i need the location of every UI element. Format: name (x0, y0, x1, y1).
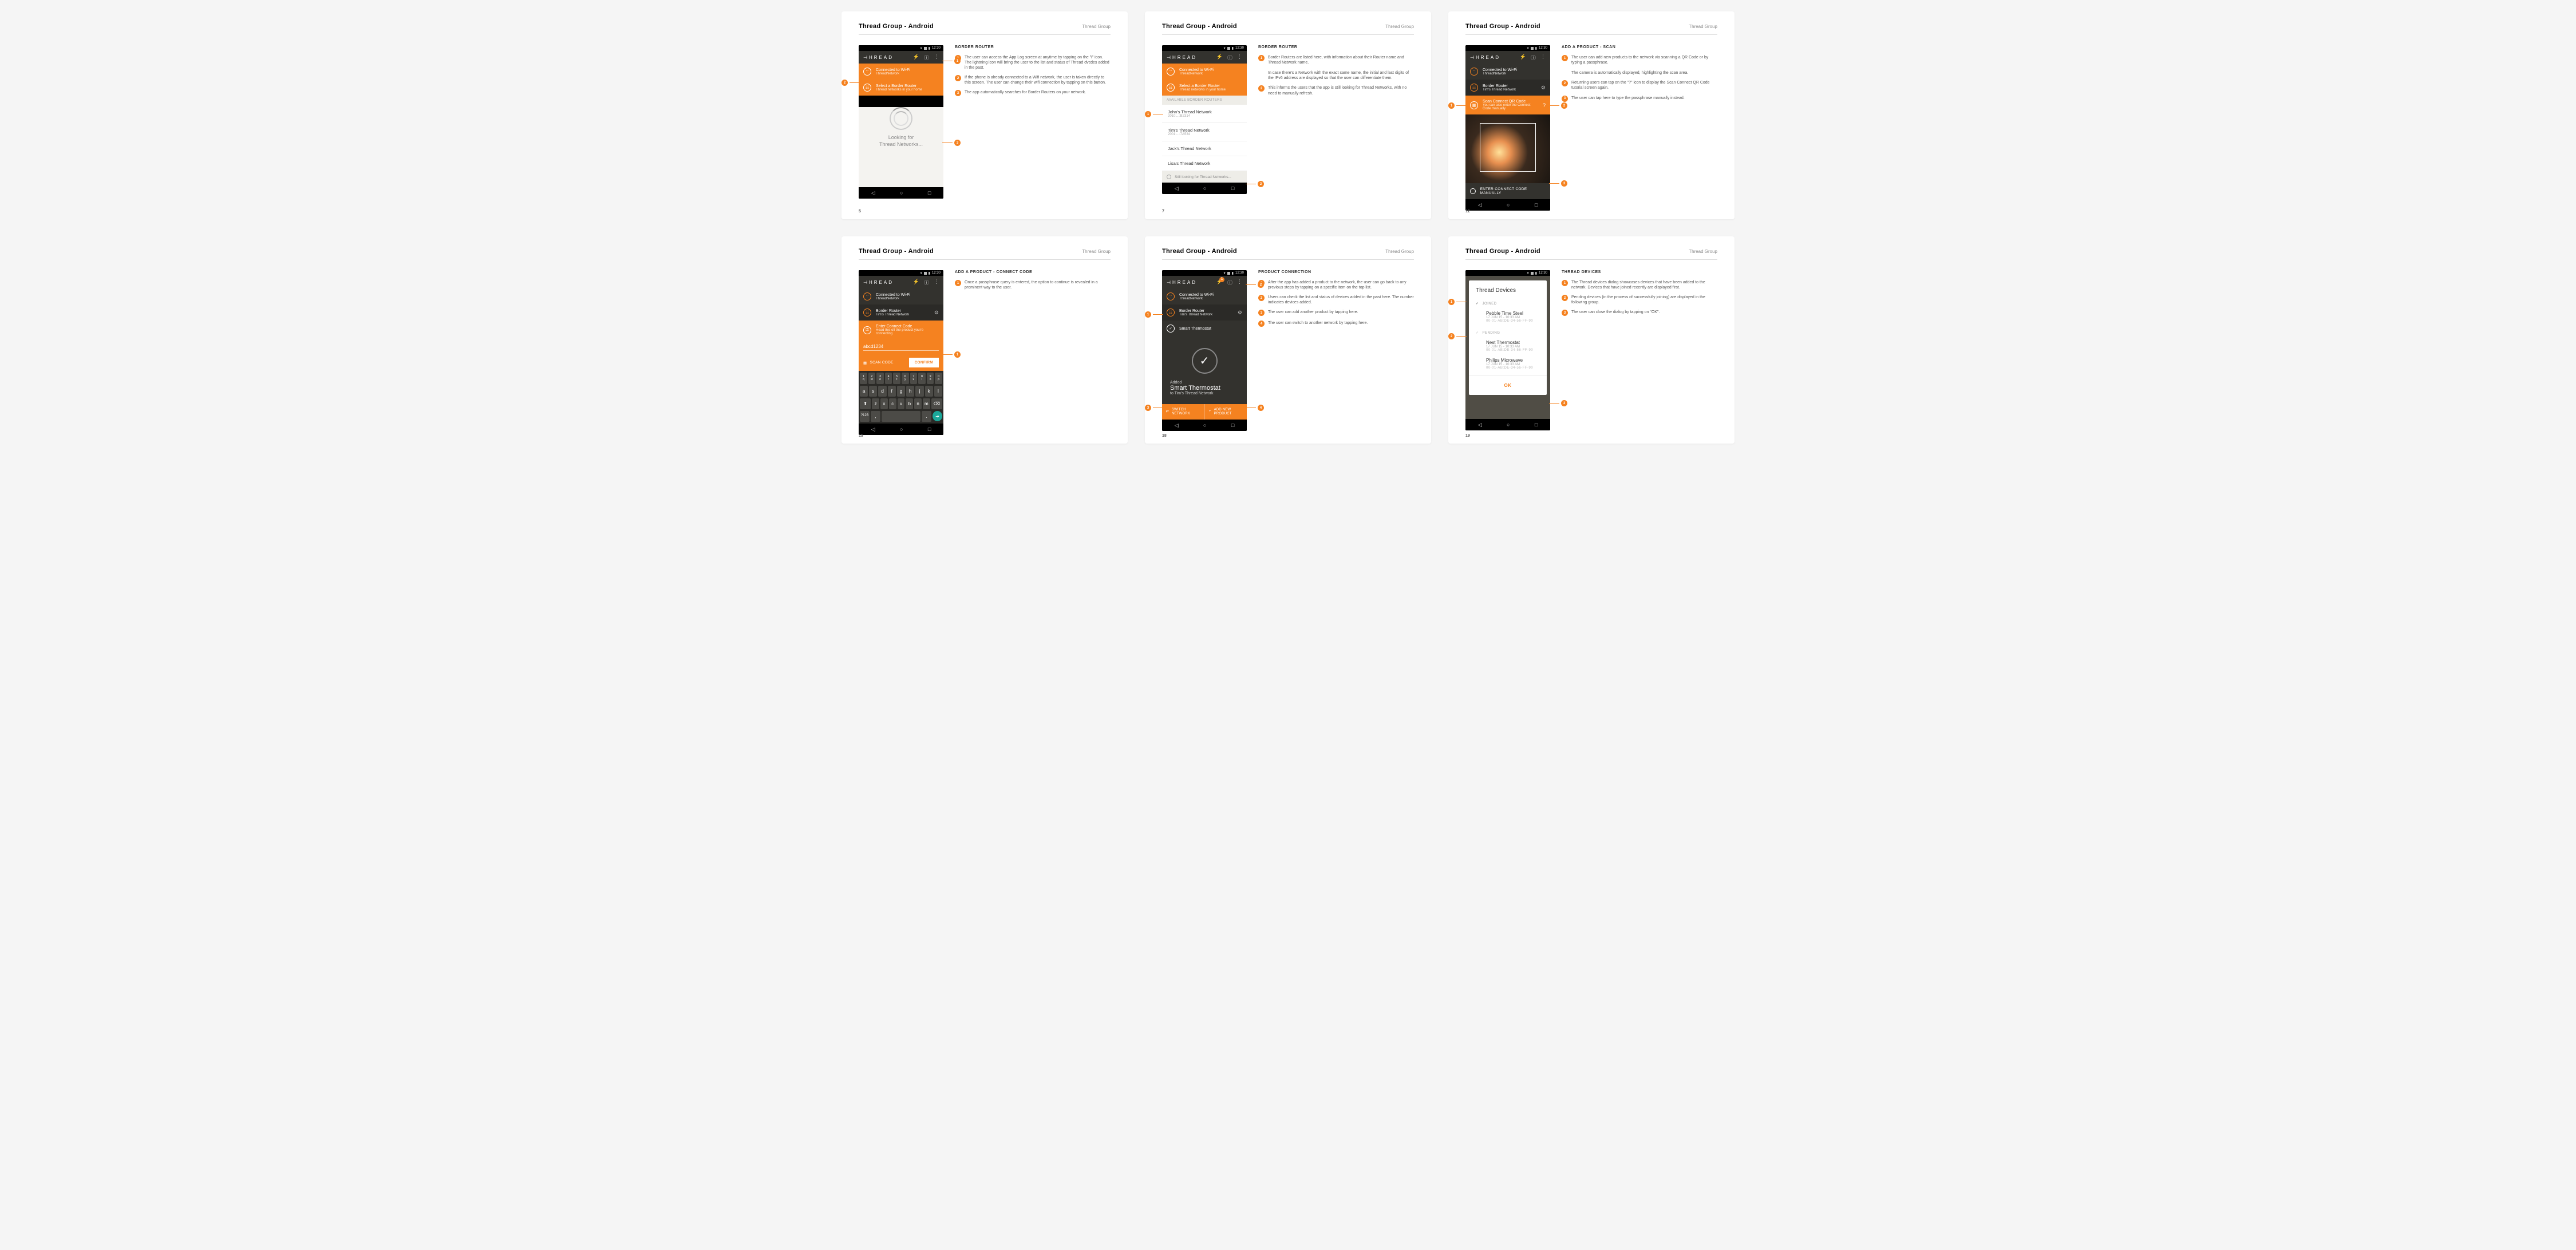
device-row[interactable]: ✓Smart Thermostat (1162, 321, 1247, 337)
enter-manually-button[interactable]: ENTER CONNECT CODE MANUALLY (1465, 183, 1550, 199)
qr-icon: ▦ (1470, 101, 1478, 109)
lightning-icon[interactable]: ⚡ (1520, 54, 1526, 61)
phone-mock: ▾▮12:30 ⊣HREAD⚡ⓘ⋮ ⌔Connected to Wi-FiThr… (859, 270, 943, 435)
badge-count: 1 (1219, 277, 1224, 282)
dialog-overlay: Thread Devices ✓JOINED Pebble Time Steel… (1465, 276, 1550, 419)
select-router-row[interactable]: ☷Select a Border RouterThread networks i… (1162, 80, 1247, 96)
camera-preview (1465, 114, 1550, 183)
switch-network-button[interactable]: ⇄SWITCH NETWORK (1162, 404, 1204, 420)
plus-icon: + (1209, 410, 1211, 414)
phone-mock: ▾▮12:30 ⊣HREAD⚡1ⓘ⋮ ⌔Connected to Wi-FiTh… (1162, 270, 1247, 431)
device-item[interactable]: Nest Thermostat17 JUN 15 - 10:33 AM00-01… (1476, 338, 1540, 355)
gear-icon[interactable]: ⚙ (934, 310, 939, 316)
border-router-row[interactable]: ☷Border RouterTim's Thread Network⚙ (1162, 304, 1247, 321)
scan-code-button[interactable]: ▦SCAN CODE (863, 361, 894, 365)
border-router-row[interactable]: ☷Border RouterTim's Thread Network⚙ (1465, 80, 1550, 96)
select-router-row[interactable]: ☷Select a Border RouterThread networks i… (859, 80, 943, 96)
dialog-title: Thread Devices (1469, 280, 1547, 299)
check-icon: ✓ (1476, 331, 1479, 335)
card-brand: Thread Group (1082, 24, 1111, 29)
spec-card-5: Thread Group - Android Thread Group ▾▮12:… (841, 11, 1128, 219)
spec-card-12: Thread Group - AndroidThread Group ▾▮12:… (1448, 11, 1735, 219)
back-icon[interactable]: ◁ (871, 190, 875, 196)
scan-frame (1480, 123, 1536, 172)
go-key[interactable]: ➜ (933, 411, 942, 421)
enter-code-row: ⚿Enter Connect CodeRead this off the pro… (859, 321, 943, 339)
page-number: 5 (859, 209, 861, 213)
spinner-icon (890, 107, 912, 130)
device-item[interactable]: Pebble Time Steel17 JUN 15 - 10:33 AM00-… (1476, 308, 1540, 326)
info-icon[interactable]: ⓘ (924, 54, 929, 61)
overflow-icon[interactable]: ⋮ (1237, 54, 1242, 61)
thread-logo: ⊣HREAD (863, 55, 894, 60)
home-icon[interactable]: ○ (900, 190, 903, 196)
key-icon (1470, 188, 1476, 194)
callout-1: 1 (954, 58, 961, 64)
overflow-icon[interactable]: ⋮ (934, 54, 939, 61)
searching-content: Looking forThread Networks... (859, 107, 943, 187)
wifi-icon: ⌔ (863, 68, 871, 76)
spec-card-19: Thread Group - AndroidThread Group ▾▮12:… (1448, 236, 1735, 444)
info-icon[interactable]: ⓘ (1227, 54, 1232, 61)
success-check-icon: ✓ (1192, 348, 1218, 374)
router-item[interactable]: Lisa's Thread Network (1162, 156, 1247, 171)
wifi-row[interactable]: ⌔Connected to Wi-FiThreadNetwork (1162, 64, 1247, 80)
device-item[interactable]: Philips Microwave17 JUN 15 - 10:33 AM00-… (1476, 355, 1540, 373)
card-title: Thread Group - Android (859, 23, 934, 30)
phone-mock: ▾▮12:30 ⊣HREAD⚡ⓘ⋮ ⌔Connected to Wi-FiThr… (1465, 45, 1550, 211)
notes-title: BORDER ROUTER (955, 45, 1111, 49)
callout-3: 3 (954, 140, 961, 146)
overflow-icon[interactable]: ⋮ (1237, 279, 1242, 286)
recent-icon[interactable]: □ (928, 190, 931, 196)
router-icon: ☷ (863, 84, 871, 92)
callout-2: 2 (841, 80, 848, 86)
phone-mock: ▾▮12:30 ⊣HREAD ⚡ ⓘ ⋮ ⌔Connected to Wi-FiThr… (859, 45, 943, 199)
connect-code-input[interactable] (863, 343, 939, 351)
ok-button[interactable]: OK (1469, 375, 1547, 395)
check-icon: ✓ (1167, 325, 1175, 333)
wifi-row[interactable]: ⌔Connected to Wi-FiThreadNetwork (859, 288, 943, 304)
spec-card-18: Thread Group - AndroidThread Group ▾▮12:… (1145, 236, 1431, 444)
confirm-button[interactable]: CONFIRM (909, 358, 939, 367)
phone-mock: ▾▮12:30 Thread Devices ✓JOINED Pebble Ti… (1465, 270, 1550, 430)
phone-mock: ▾▮12:30 ⊣HREAD⚡ⓘ⋮ ⌔Connected to Wi-FiThr… (1162, 45, 1247, 194)
wifi-row[interactable]: ⌔Connected to Wi-FiThreadNetwork (1162, 288, 1247, 304)
router-item[interactable]: John's Thread Network2010:...:B2314 (1162, 105, 1247, 123)
lightning-icon[interactable]: ⚡1 (1216, 279, 1223, 286)
devices-dialog: Thread Devices ✓JOINED Pebble Time Steel… (1469, 280, 1547, 395)
switch-icon: ⇄ (1166, 410, 1169, 414)
wifi-row[interactable]: ⌔Connected to Wi-FiThreadNetwork (859, 64, 943, 80)
border-router-row[interactable]: ☷Border RouterTim's Thread Network⚙ (859, 304, 943, 321)
info-icon[interactable]: ⓘ (1227, 279, 1232, 286)
still-looking: Still looking for Thread Networks... (1162, 171, 1247, 183)
router-item[interactable]: Jack's Thread Network (1162, 141, 1247, 156)
gear-icon[interactable]: ⚙ (1238, 310, 1242, 316)
qr-icon: ▦ (863, 361, 867, 365)
app-bar: ⊣HREAD ⚡ ⓘ ⋮ (859, 51, 943, 64)
android-navbar: ◁ ○ □ (859, 187, 943, 199)
info-icon[interactable]: ⓘ (1531, 54, 1536, 61)
lightning-icon[interactable]: ⚡ (913, 279, 919, 286)
help-icon[interactable]: ? (1543, 102, 1546, 108)
router-item[interactable]: Tim's Thread Network2001:...:7A534 (1162, 123, 1247, 141)
info-icon[interactable]: ⓘ (924, 279, 929, 286)
gear-icon[interactable]: ⚙ (1541, 85, 1546, 91)
add-product-button[interactable]: +ADD NEW PRODUCT (1204, 404, 1247, 420)
list-header: AVAILABLE BORDER ROUTERS (1162, 96, 1247, 105)
key-icon: ⚿ (863, 326, 871, 334)
android-keyboard[interactable]: 1q2w3e4r5t6y7u8i9o0p asdfghjkl ⬆zxcvbnm⌫… (859, 371, 943, 424)
overflow-icon[interactable]: ⋮ (1540, 54, 1546, 61)
lightning-icon[interactable]: ⚡ (913, 54, 919, 61)
overflow-icon[interactable]: ⋮ (934, 279, 939, 286)
check-icon: ✓ (1476, 302, 1479, 306)
spec-card-7: Thread Group - AndroidThread Group ▾▮12:… (1145, 11, 1431, 219)
android-statusbar: ▾▮12:30 (859, 45, 943, 51)
success-content: ✓ Added Smart Thermostat to Tim's Thread… (1162, 337, 1247, 404)
wifi-row[interactable]: ⌔Connected to Wi-FiThreadNetwork (1465, 64, 1550, 80)
scan-qr-row[interactable]: ▦Scan Connect QR CodeYou can also enter … (1465, 96, 1550, 114)
spec-card-15: Thread Group - AndroidThread Group ▾▮12:… (841, 236, 1128, 444)
spinner-small-icon (1167, 175, 1171, 179)
lightning-icon[interactable]: ⚡ (1216, 54, 1223, 61)
